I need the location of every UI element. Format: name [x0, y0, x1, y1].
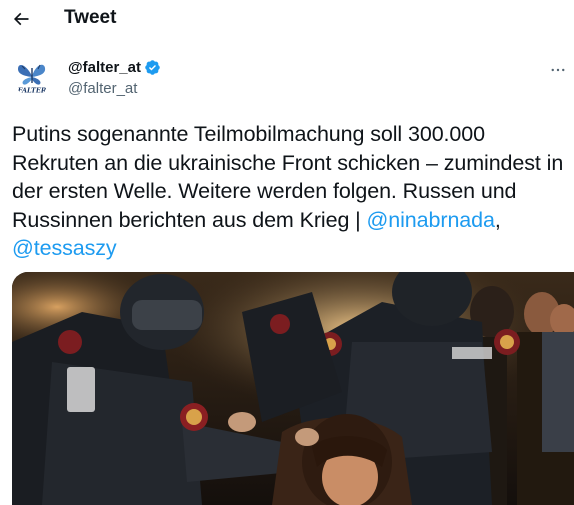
mention-link-tessaszy[interactable]: @tessaszy [12, 236, 117, 260]
author-handle[interactable]: @falter_at [68, 80, 137, 97]
tweet-media-photo[interactable] [12, 272, 574, 505]
author-name-row: @falter_at [68, 59, 161, 76]
more-options-button[interactable] [546, 58, 570, 82]
avatar[interactable]: FALTER [12, 56, 52, 96]
tweet-text: Putins sogenannte Teilmobilmachung soll … [12, 120, 574, 263]
back-button[interactable] [6, 4, 36, 34]
falter-logo-icon: FALTER [17, 64, 47, 95]
avatar-logo-text: FALTER [17, 87, 47, 95]
more-horizontal-icon [551, 68, 565, 72]
page-title: Tweet [64, 7, 117, 28]
protest-arrest-photo [12, 272, 574, 505]
mention-link-ninabrnada[interactable]: @ninabrnada [367, 208, 495, 232]
mention-separator: , [494, 207, 501, 232]
tweet-header: Tweet [0, 0, 574, 38]
verified-badge-icon [145, 60, 160, 75]
arrow-left-icon [13, 12, 29, 26]
author-display-name[interactable]: @falter_at [68, 59, 141, 76]
